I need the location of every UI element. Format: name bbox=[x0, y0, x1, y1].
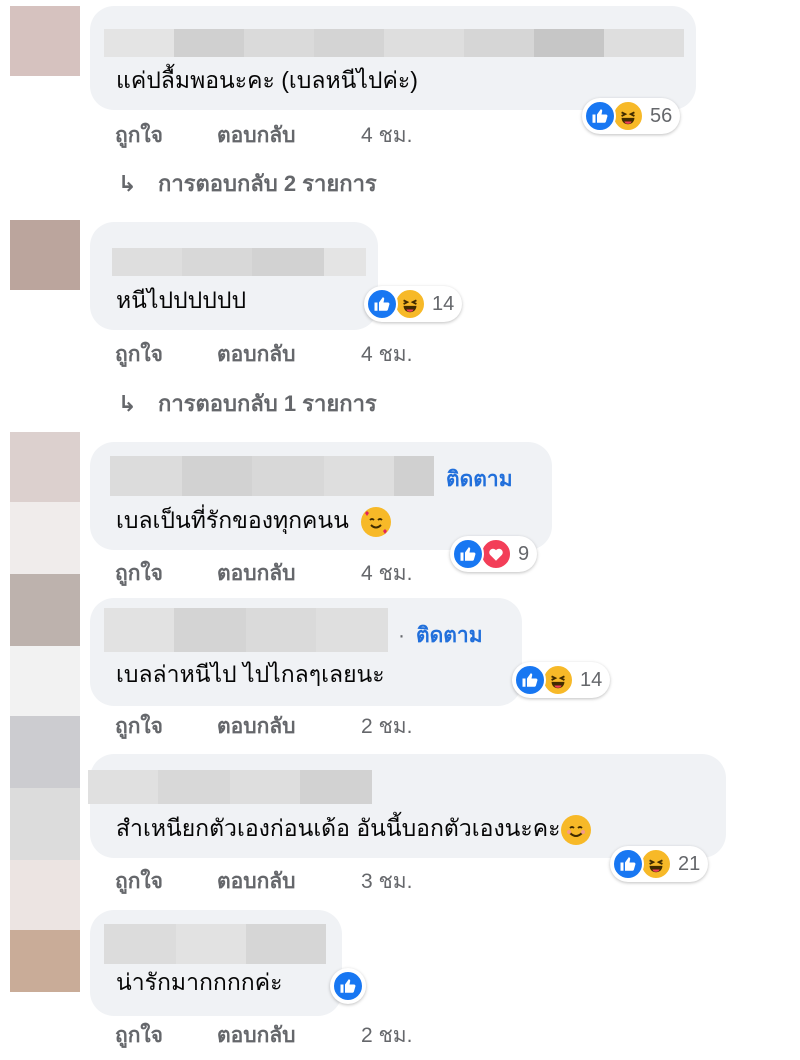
reply-arrow-icon: ↳ bbox=[118, 171, 137, 196]
comment-text: เบลเป็นที่รักของทุกคนน bbox=[116, 506, 392, 537]
reaction-count: 14 bbox=[432, 292, 455, 315]
avatar bbox=[10, 502, 80, 574]
author-name[interactable] bbox=[104, 924, 326, 964]
author-name[interactable] bbox=[104, 29, 684, 57]
reply-button[interactable]: ตอบกลับ bbox=[217, 868, 361, 896]
like-button[interactable]: ถูกใจ bbox=[115, 713, 217, 741]
timestamp[interactable]: 4 ชม. bbox=[361, 560, 412, 588]
reaction-count: 21 bbox=[678, 852, 701, 875]
avatar[interactable] bbox=[10, 220, 80, 290]
like-button[interactable]: ถูกใจ bbox=[115, 560, 217, 588]
like-button[interactable]: ถูกใจ bbox=[115, 122, 217, 150]
timestamp[interactable]: 4 ชม. bbox=[361, 341, 412, 369]
author-name[interactable] bbox=[112, 248, 366, 276]
avatar bbox=[10, 646, 80, 716]
haha-reaction-icon bbox=[542, 664, 574, 696]
haha-reaction-icon bbox=[640, 848, 672, 880]
haha-reaction-icon bbox=[612, 100, 644, 132]
avatar[interactable] bbox=[10, 574, 80, 646]
smiling-face-icon bbox=[560, 814, 591, 845]
reply-button[interactable]: ตอบกลับ bbox=[217, 1022, 361, 1050]
timestamp[interactable]: 4 ชม. bbox=[361, 122, 412, 150]
author-name[interactable] bbox=[104, 608, 388, 652]
reaction-count: 9 bbox=[518, 542, 530, 565]
comment-actions: ถูกใจ ตอบกลับ 2 ชม. bbox=[115, 1022, 412, 1050]
like-reaction-icon bbox=[612, 848, 644, 880]
love-reaction-icon bbox=[480, 538, 512, 570]
timestamp[interactable]: 3 ชม. bbox=[361, 868, 412, 896]
avatar[interactable] bbox=[10, 930, 80, 992]
comment-actions: ถูกใจ ตอบกลับ 2 ชม. bbox=[115, 713, 412, 741]
reaction-count: 56 bbox=[650, 104, 673, 127]
like-button[interactable]: ถูกใจ bbox=[115, 868, 217, 896]
reaction-summary[interactable] bbox=[330, 968, 366, 1004]
avatar bbox=[10, 860, 80, 930]
view-replies-link[interactable]: ↳ การตอบกลับ 2 รายการ bbox=[118, 170, 377, 198]
reply-button[interactable]: ตอบกลับ bbox=[217, 713, 361, 741]
avatar bbox=[10, 788, 80, 860]
replies-count-label: การตอบกลับ 2 รายการ bbox=[158, 171, 377, 196]
comment-actions: ถูกใจ ตอบกลับ 4 ชม. bbox=[115, 341, 412, 369]
comment-bubble bbox=[90, 6, 696, 110]
avatar[interactable] bbox=[10, 6, 80, 76]
like-reaction-icon bbox=[332, 970, 364, 1002]
reaction-summary[interactable]: 56 bbox=[582, 98, 681, 134]
comment-actions: ถูกใจ ตอบกลับ 3 ชม. bbox=[115, 868, 412, 896]
like-reaction-icon bbox=[584, 100, 616, 132]
like-button[interactable]: ถูกใจ bbox=[115, 1022, 217, 1050]
avatar[interactable] bbox=[10, 432, 80, 502]
comment-text-content: สำเหนียกตัวเองก่อนเด้อ อันนี้บอกตัวเองนะ… bbox=[116, 815, 561, 841]
comment-text: สำเหนียกตัวเองก่อนเด้อ อันนี้บอกตัวเองนะ… bbox=[116, 814, 591, 845]
view-replies-link[interactable]: ↳ การตอบกลับ 1 รายการ bbox=[118, 390, 377, 418]
reply-arrow-icon: ↳ bbox=[118, 391, 137, 416]
replies-count-label: การตอบกลับ 1 รายการ bbox=[158, 391, 377, 416]
comment-text: หนีไปปปปปป bbox=[116, 287, 247, 313]
reaction-count: 14 bbox=[580, 668, 603, 691]
comment-text-content: เบลเป็นที่รักของทุกคนน bbox=[116, 507, 349, 533]
like-reaction-icon bbox=[514, 664, 546, 696]
avatar[interactable] bbox=[10, 716, 80, 788]
comment-text: เบลล่าหนีไป ไปไกลๆเลยนะ bbox=[116, 661, 385, 687]
timestamp[interactable]: 2 ชม. bbox=[361, 713, 412, 741]
timestamp[interactable]: 2 ชม. bbox=[361, 1022, 412, 1050]
reply-button[interactable]: ตอบกลับ bbox=[217, 560, 361, 588]
comment-text: น่ารักมากกกกค่ะ bbox=[116, 969, 283, 995]
comment-actions: ถูกใจ ตอบกลับ 4 ชม. bbox=[115, 122, 412, 150]
reaction-summary[interactable]: 9 bbox=[450, 536, 538, 572]
separator-dot: · bbox=[398, 624, 405, 647]
author-name[interactable] bbox=[110, 456, 434, 496]
reaction-summary[interactable]: 14 bbox=[512, 662, 611, 698]
follow-button[interactable]: ติดตาม bbox=[416, 622, 483, 650]
reaction-summary[interactable]: 21 bbox=[610, 846, 709, 882]
author-name[interactable] bbox=[88, 770, 372, 804]
like-reaction-icon bbox=[452, 538, 484, 570]
reaction-summary[interactable]: 14 bbox=[364, 286, 463, 322]
reply-button[interactable]: ตอบกลับ bbox=[217, 122, 361, 150]
reply-button[interactable]: ตอบกลับ bbox=[217, 341, 361, 369]
like-button[interactable]: ถูกใจ bbox=[115, 341, 217, 369]
comment-text: แค่ปลื้มพอนะคะ (เบลหนีไปค่ะ) bbox=[116, 67, 418, 93]
like-reaction-icon bbox=[366, 288, 398, 320]
haha-reaction-icon bbox=[394, 288, 426, 320]
comment-actions: ถูกใจ ตอบกลับ 4 ชม. bbox=[115, 560, 412, 588]
smiling-face-with-hearts-icon bbox=[361, 506, 392, 537]
follow-button[interactable]: ติดตาม bbox=[446, 466, 513, 494]
